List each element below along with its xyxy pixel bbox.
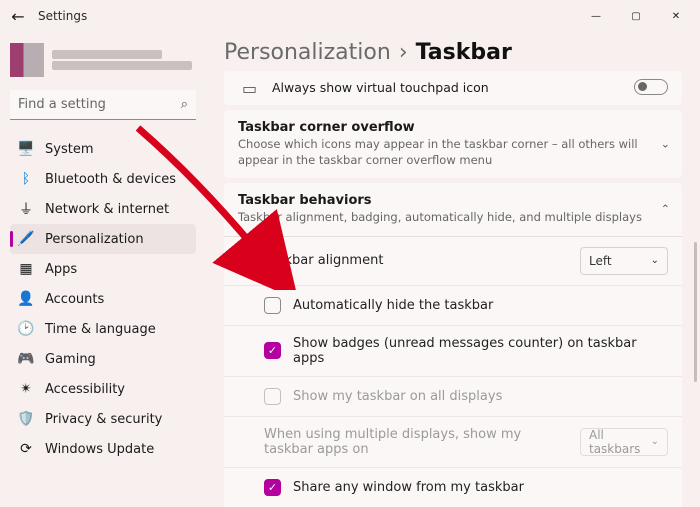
row-share-window[interactable]: ✓ Share any window from my taskbar [224, 467, 682, 507]
nav-list: 🖥️System ᛒBluetooth & devices ⏚Network &… [10, 134, 196, 464]
window-title: Settings [38, 9, 87, 23]
row-badges[interactable]: ✓ Show badges (unread messages counter) … [224, 325, 682, 376]
sidebar-item-update[interactable]: ⟳Windows Update [10, 434, 196, 464]
sidebar-item-bluetooth[interactable]: ᛒBluetooth & devices [10, 164, 196, 194]
row-multi-displays: When using multiple displays, show my ta… [224, 416, 682, 467]
page-title: Taskbar [416, 40, 512, 65]
back-arrow-icon: ← [11, 7, 24, 26]
chevron-up-icon: ⌃ [661, 203, 670, 216]
update-icon: ⟳ [18, 441, 34, 457]
row-auto-hide[interactable]: Automatically hide the taskbar [224, 285, 682, 325]
sidebar-item-apps[interactable]: ▦Apps [10, 254, 196, 284]
behaviors-header[interactable]: Taskbar behaviors Taskbar alignment, bad… [224, 183, 682, 236]
multi-displays-dropdown: All taskbars⌄ [580, 428, 668, 456]
brush-icon: 🖊️ [18, 231, 34, 247]
sidebar-item-network[interactable]: ⏚Network & internet [10, 194, 196, 224]
behaviors-card: Taskbar behaviors Taskbar alignment, bad… [224, 183, 682, 507]
breadcrumb-parent[interactable]: Personalization [224, 40, 391, 65]
title-bar: ← Settings — ▢ ✕ [0, 0, 700, 32]
user-card[interactable] [10, 40, 196, 80]
window-controls: — ▢ ✕ [576, 2, 696, 30]
row-all-displays: Show my taskbar on all displays [224, 376, 682, 416]
chevron-down-icon: ⌄ [651, 255, 659, 266]
overflow-card[interactable]: Taskbar corner overflow Choose which ico… [224, 110, 682, 178]
checkbox-auto-hide[interactable] [264, 297, 281, 314]
avatar [10, 43, 44, 77]
person-icon: 👤 [18, 291, 34, 307]
main-panel: Personalization › Taskbar ▭ Always show … [206, 32, 700, 507]
sidebar-item-time[interactable]: 🕑Time & language [10, 314, 196, 344]
checkbox-share[interactable]: ✓ [264, 479, 281, 496]
user-email-redacted [52, 61, 192, 70]
checkbox-all-displays [264, 388, 281, 405]
touchpad-toggle[interactable] [634, 79, 668, 95]
search-input[interactable] [10, 90, 196, 120]
sidebar-item-privacy[interactable]: 🛡️Privacy & security [10, 404, 196, 434]
sidebar-item-accounts[interactable]: 👤Accounts [10, 284, 196, 314]
sidebar-item-personalization[interactable]: 🖊️Personalization [10, 224, 196, 254]
bluetooth-icon: ᛒ [18, 171, 34, 187]
sidebar-item-gaming[interactable]: 🎮Gaming [10, 344, 196, 374]
sidebar-item-system[interactable]: 🖥️System [10, 134, 196, 164]
chevron-down-icon: ⌄ [661, 138, 670, 151]
close-button[interactable]: ✕ [656, 2, 696, 30]
checkbox-badges[interactable]: ✓ [264, 342, 281, 359]
chevron-right-icon: › [399, 40, 408, 65]
alignment-dropdown[interactable]: Left⌄ [580, 247, 668, 275]
chevron-down-icon: ⌄ [651, 436, 659, 447]
clock-icon: 🕑 [18, 321, 34, 337]
shield-icon: 🛡️ [18, 411, 34, 427]
sidebar-item-accessibility[interactable]: ✴Accessibility [10, 374, 196, 404]
display-icon: 🖥️ [18, 141, 34, 157]
back-button[interactable]: ← [4, 2, 32, 30]
minimize-button[interactable]: — [576, 2, 616, 30]
row-alignment: Taskbar alignment Left⌄ [224, 237, 682, 285]
scrollbar[interactable] [694, 242, 697, 382]
maximize-button[interactable]: ▢ [616, 2, 656, 30]
breadcrumb: Personalization › Taskbar [224, 40, 682, 65]
apps-icon: ▦ [18, 261, 34, 277]
user-name-redacted [52, 50, 162, 59]
sidebar: ⌕ 🖥️System ᛒBluetooth & devices ⏚Network… [0, 32, 206, 507]
search-icon: ⌕ [181, 97, 188, 112]
wifi-icon: ⏚ [18, 201, 34, 217]
gamepad-icon: 🎮 [18, 351, 34, 367]
accessibility-icon: ✴ [18, 381, 34, 397]
touchpad-icon: ▭ [242, 79, 257, 98]
virtual-touchpad-row[interactable]: ▭ Always show virtual touchpad icon [224, 71, 682, 105]
